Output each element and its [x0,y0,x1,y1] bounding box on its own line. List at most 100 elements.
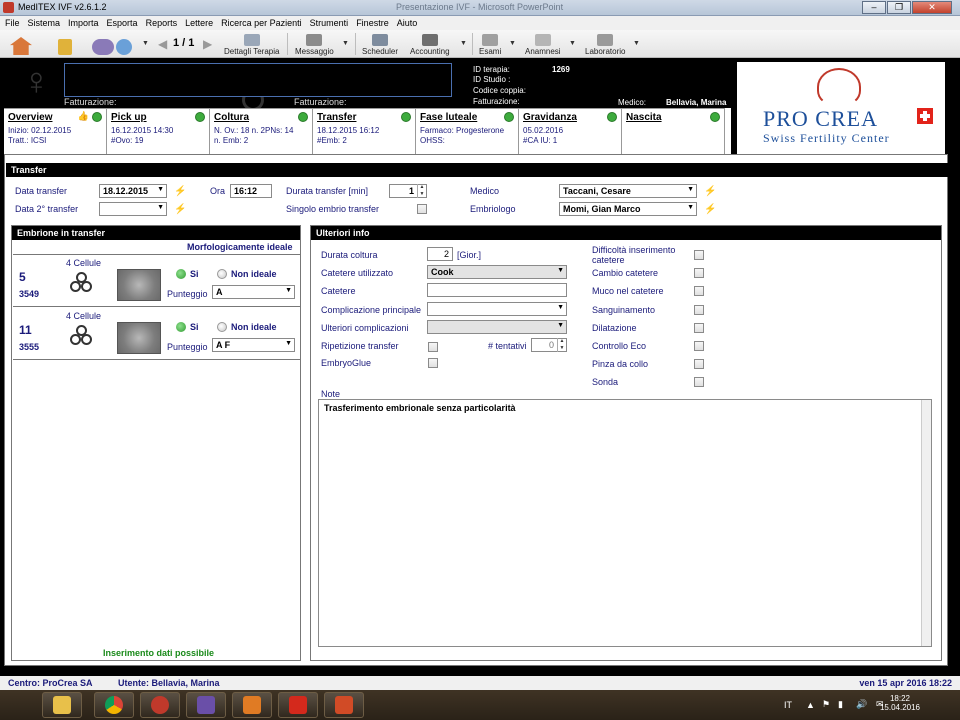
menu-lettere[interactable]: Lettere [185,18,213,28]
non-ideale-radio[interactable] [217,322,227,332]
laboratorio-button[interactable]: Laboratorio [585,32,625,56]
ulteriori-complicazioni-select[interactable]: ▼ [427,320,567,334]
couple-button[interactable] [92,32,114,56]
sanguinamento-checkbox[interactable] [694,305,704,315]
dettagli-terapia-button[interactable]: Dettagli Terapia [224,32,279,56]
tentativi-spinner[interactable]: ▲ ▼ [557,338,566,352]
menu-reports[interactable]: Reports [146,18,178,28]
durata-spinner[interactable]: ▲ ▼ [417,184,426,198]
taskbar-powerpoint[interactable] [324,692,364,718]
menu-strumenti[interactable]: Strumenti [310,18,349,28]
embriologo-select[interactable]: Momi, Gian Marco ▼ [559,202,697,216]
tab-transfer[interactable]: Transfer 18.12.2015 16:12 #Emb: 2 [313,108,416,154]
taskbar-chrome[interactable] [94,692,134,718]
fatturazione-mid: Fatturazione: [294,97,347,107]
dilatazione-checkbox[interactable] [694,323,704,333]
tab-pick-up[interactable]: Pick up 16.12.2015 14:30 #Ovo: 19 [107,108,210,154]
tab-nascita[interactable]: Nascita [622,108,725,154]
menu-file[interactable]: File [5,18,20,28]
tray-arrow-icon[interactable]: ▲ [806,700,815,710]
logo-line1: PRO CREA [763,106,878,131]
cambio-catetere-checkbox[interactable] [694,268,704,278]
embryo-photo[interactable] [117,322,161,354]
network-icon[interactable]: ▮ [838,699,843,710]
chrome-icon [105,696,123,714]
home-button[interactable] [10,32,32,56]
ora-field[interactable]: 16:12 [230,184,272,198]
taskbar-meditex[interactable] [140,692,180,718]
lightning-icon[interactable]: ⚡ [174,186,186,197]
menu-finestre[interactable]: Finestre [356,18,389,28]
tab-overview[interactable]: Overview 👍 Inizio: 02.12.2015 Tratt.: IC… [4,108,107,154]
complicazione-select[interactable]: ▼ [427,302,567,316]
volume-icon[interactable]: 🔊 [856,699,867,710]
note-textarea[interactable]: Trasferimento embrionale senza particola… [318,399,932,647]
non-ideale-label: Non ideale [231,322,277,332]
taskbar-apps[interactable] [186,692,226,718]
embryo-row[interactable]: 11 3555 4 Cellule Si Non ideale Punteggi… [13,308,301,360]
embryoglue-checkbox[interactable] [428,358,438,368]
menu-esporta[interactable]: Esporta [107,18,138,28]
si-label: Si [190,322,199,332]
chevron-down-icon[interactable]: ▼ [142,40,149,47]
embryo-row[interactable]: 5 3549 4 Cellule Si Non ideale Punteggio… [13,255,301,307]
non-ideale-radio[interactable] [217,269,227,279]
menu-ricerca[interactable]: Ricerca per Pazienti [221,18,302,28]
chevron-down-icon[interactable]: ▼ [633,40,640,47]
note-scrollbar[interactable] [921,400,931,646]
accounting-button[interactable]: Accounting [410,32,450,56]
taskbar-acrobat[interactable] [278,692,318,718]
anamnesi-button[interactable]: Anamnesi [525,32,561,56]
clock[interactable]: 18:22 15.04.2016 [880,694,920,712]
anamnesi-label: Anamnesi [525,47,561,56]
language-indicator[interactable]: IT [784,700,792,710]
punteggio-select[interactable]: A ▼ [212,285,295,299]
data-transfer-field[interactable]: 18.12.2015 ▼ [99,184,167,198]
sonda-label: Sonda [592,377,619,387]
punteggio-select[interactable]: A F ▼ [212,338,295,352]
singolo-embrio-checkbox[interactable] [417,204,427,214]
muco-checkbox[interactable] [694,286,704,296]
taskbar-explorer[interactable] [42,692,82,718]
tab-coltura[interactable]: Coltura N. Ov.: 18 n. 2PNs: 14 n. Emb: 2 [210,108,313,154]
taskbar-outlook[interactable] [232,692,272,718]
lab-button[interactable] [116,32,132,56]
embryo-photo[interactable] [117,269,161,301]
durata-coltura-field[interactable]: 2 [427,247,453,261]
sonda-checkbox[interactable] [694,377,704,387]
medico-select[interactable]: Taccani, Cesare ▼ [559,184,697,198]
minimize-button[interactable]: – [862,1,886,14]
maximize-button[interactable]: ❐ [887,1,911,14]
close-button[interactable]: ✕ [912,1,952,14]
si-radio[interactable] [176,269,186,279]
lightning-icon[interactable]: ⚡ [704,186,716,197]
esami-button[interactable]: Esami [479,32,501,56]
difficolta-checkbox[interactable] [694,250,704,260]
menu-sistema[interactable]: Sistema [28,18,61,28]
prev-icon[interactable]: ◀ [158,37,167,51]
tab-gravidanza[interactable]: Gravidanza 05.02.2016 #CA IU: 1 [519,108,622,154]
menu-importa[interactable]: Importa [68,18,99,28]
next-icon[interactable]: ▶ [203,37,212,51]
embriologo-select-value: Momi, Gian Marco [563,204,641,214]
chevron-down-icon[interactable]: ▼ [460,40,467,47]
flag-icon[interactable]: ⚑ [822,699,830,710]
lock-button[interactable] [58,32,72,56]
scheduler-button[interactable]: Scheduler [362,32,398,56]
chevron-down-icon[interactable]: ▼ [569,40,576,47]
patient-name-box[interactable] [64,63,452,97]
si-radio[interactable] [176,322,186,332]
data2-transfer-field[interactable]: ▼ [99,202,167,216]
catetere-field[interactable] [427,283,567,297]
lightning-icon[interactable]: ⚡ [174,204,186,215]
ripetizione-checkbox[interactable] [428,342,438,352]
tab-fase-luteale[interactable]: Fase luteale Farmaco: Progesterone OHSS: [416,108,519,154]
chevron-down-icon[interactable]: ▼ [342,40,349,47]
messaggio-button[interactable]: Messaggio [295,32,334,56]
chevron-down-icon[interactable]: ▼ [509,40,516,47]
pinza-checkbox[interactable] [694,359,704,369]
catetere-utilizzato-select[interactable]: Cook ▼ [427,265,567,279]
controllo-eco-checkbox[interactable] [694,341,704,351]
lightning-icon[interactable]: ⚡ [704,204,716,215]
menu-aiuto[interactable]: Aiuto [397,18,418,28]
